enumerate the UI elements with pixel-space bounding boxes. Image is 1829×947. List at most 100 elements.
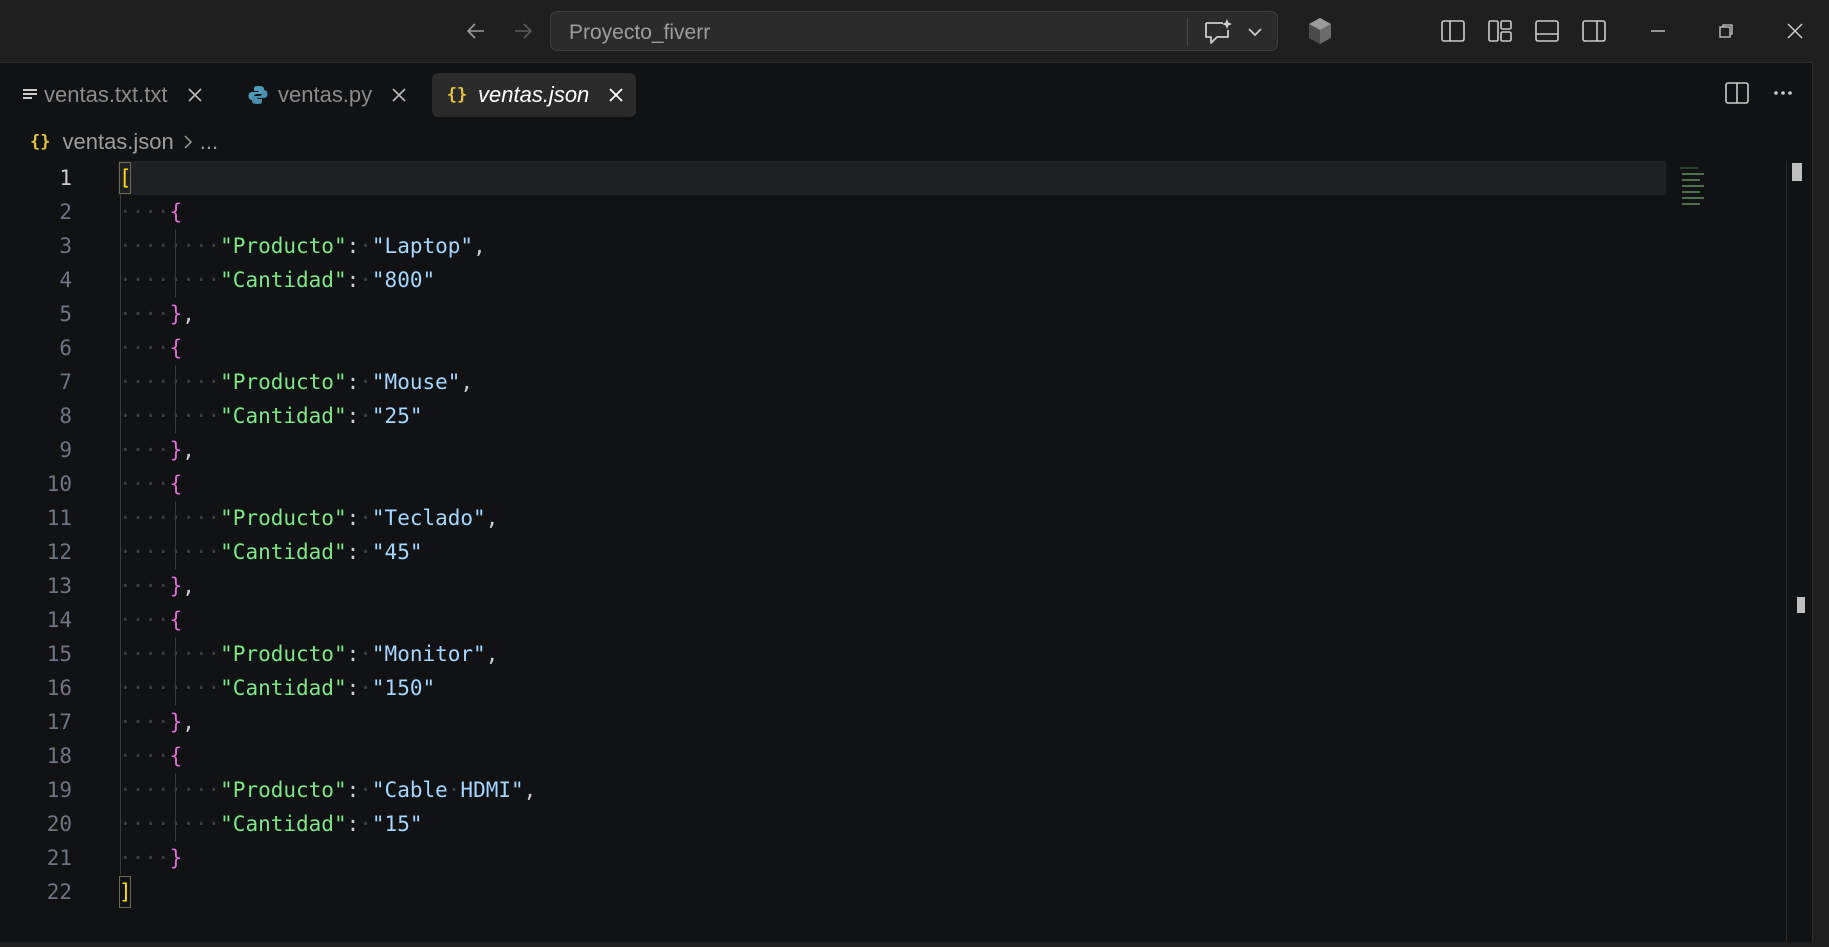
tab-bar: ventas.txt.txt ventas.py {} ventas.json	[0, 63, 1812, 121]
restore-icon[interactable]	[1701, 8, 1751, 54]
bracket-match-highlight	[119, 876, 131, 908]
code-line[interactable]: 21 ····}	[0, 841, 1680, 875]
line-text: ····{	[119, 336, 183, 360]
code-line[interactable]: 14 ····{	[0, 603, 1680, 637]
line-text: ········"Cantidad":·"800"	[119, 268, 436, 292]
line-text: ····},	[119, 302, 195, 326]
indent-guide	[120, 195, 121, 875]
line-text: ········"Cantidad":·"45"	[119, 540, 423, 564]
line-number: 12	[46, 540, 72, 564]
tab-ventas-json[interactable]: {} ventas.json	[432, 73, 636, 117]
json-icon: {}	[446, 85, 468, 105]
title-bar: Proyecto_fiverr	[0, 0, 1829, 62]
code-line[interactable]: 18 ····{	[0, 739, 1680, 773]
tab-label: ventas.txt.txt	[44, 82, 168, 107]
line-number: 16	[46, 676, 72, 700]
minimize-icon[interactable]	[1633, 8, 1683, 54]
line-text: ····{	[119, 200, 183, 224]
scroll-cursor-marker	[1792, 163, 1802, 181]
vertical-scrollbar[interactable]	[1786, 161, 1811, 941]
indent-guide	[175, 773, 176, 841]
minimap[interactable]	[1678, 161, 1728, 221]
code-line[interactable]: 15 ········"Producto":·"Monitor",	[0, 637, 1680, 671]
more-actions-icon[interactable]	[1765, 75, 1801, 111]
separator	[1187, 18, 1188, 46]
line-number: 3	[59, 234, 72, 258]
line-number: 19	[46, 778, 72, 802]
tab-label: ventas.json	[478, 82, 590, 107]
line-text: ····}	[119, 846, 183, 870]
line-number: 20	[46, 812, 72, 836]
code-line[interactable]: 9 ····},	[0, 433, 1680, 467]
split-editor-icon[interactable]	[1719, 75, 1755, 111]
line-number: 10	[46, 472, 72, 496]
tab-ventas-py[interactable]: ventas.py	[246, 73, 412, 117]
code-line[interactable]: 16 ········"Cantidad":·"150"	[0, 671, 1680, 705]
line-number: 6	[59, 336, 72, 360]
line-text: ········"Cantidad":·"15"	[119, 812, 423, 836]
toggle-panel-icon[interactable]	[1529, 13, 1565, 49]
code-line[interactable]: 12 ········"Cantidad":·"45"	[0, 535, 1680, 569]
copilot-icon[interactable]	[1302, 13, 1338, 49]
toggle-primary-sidebar-icon[interactable]	[1435, 13, 1471, 49]
line-number: 8	[59, 404, 72, 428]
code-line[interactable]: 2 ····{	[0, 195, 1680, 229]
line-text: ········"Producto":·"Mouse",	[119, 370, 474, 394]
line-text: ····{	[119, 472, 183, 496]
chevron-right-icon	[182, 134, 194, 150]
code-line[interactable]: 11 ········"Producto":·"Teclado",	[0, 501, 1680, 535]
tab-close-icon[interactable]	[603, 82, 629, 108]
chevron-down-icon[interactable]	[1241, 18, 1269, 46]
code-line[interactable]: 7 ········"Producto":·"Mouse",	[0, 365, 1680, 399]
code-line[interactable]: 6 ····{	[0, 331, 1680, 365]
command-center-search[interactable]: Proyecto_fiverr	[550, 11, 1278, 51]
code-line[interactable]: 1[	[0, 161, 1680, 195]
line-text: ····{	[119, 744, 183, 768]
indent-guide	[175, 637, 176, 705]
json-icon: {}	[30, 132, 51, 152]
bracket-match-highlight	[119, 162, 131, 194]
line-number: 21	[46, 846, 72, 870]
code-line[interactable]: 19 ········"Producto":·"Cable·HDMI",	[0, 773, 1680, 807]
code-editor[interactable]: 1[ 2 ····{ 3 ········"Producto":·"Laptop", 4 ·…	[0, 161, 1680, 941]
forward-arrow-icon[interactable]	[506, 14, 540, 48]
code-line[interactable]: 20 ········"Cantidad":·"15"	[0, 807, 1680, 841]
line-text: ····},	[119, 438, 195, 462]
indent-guide	[175, 501, 176, 569]
customize-layout-icon[interactable]	[1482, 13, 1518, 49]
code-line[interactable]: 13 ····},	[0, 569, 1680, 603]
close-icon[interactable]	[1770, 8, 1820, 54]
code-line[interactable]: 17 ····},	[0, 705, 1680, 739]
line-number: 14	[46, 608, 72, 632]
line-number: 1	[59, 166, 72, 190]
code-line[interactable]: 3 ········"Producto":·"Laptop",	[0, 229, 1680, 263]
line-number: 4	[59, 268, 72, 292]
tab-label: ventas.py	[278, 82, 373, 107]
chat-sparkle-icon[interactable]	[1201, 16, 1235, 48]
tab-ventas-txt[interactable]: ventas.txt.txt	[18, 73, 208, 117]
tab-close-icon[interactable]	[386, 82, 412, 108]
code-line[interactable]: 4 ········"Cantidad":·"800"	[0, 263, 1680, 297]
line-text: ········"Producto":·"Laptop",	[119, 234, 486, 258]
code-line[interactable]: 5 ····},	[0, 297, 1680, 331]
line-text: ····},	[119, 710, 195, 734]
editor-group: ventas.txt.txt ventas.py {} ventas.json	[0, 62, 1813, 942]
breadcrumb-file[interactable]: ventas.json	[62, 129, 173, 155]
tab-close-icon[interactable]	[182, 82, 208, 108]
breadcrumb-more[interactable]: ...	[200, 129, 218, 155]
indent-guide	[175, 229, 176, 297]
line-number: 5	[59, 302, 72, 326]
text-file-icon	[18, 83, 42, 107]
breadcrumb: {} ventas.json ...	[30, 127, 218, 157]
line-number: 11	[46, 506, 72, 530]
scroll-thumb[interactable]	[1797, 597, 1805, 613]
back-arrow-icon[interactable]	[459, 14, 493, 48]
code-line[interactable]: 10 ····{	[0, 467, 1680, 501]
line-number: 7	[59, 370, 72, 394]
code-line[interactable]: 22]	[0, 875, 1680, 909]
line-number: 15	[46, 642, 72, 666]
line-text: ········"Producto":·"Cable·HDMI",	[119, 778, 537, 802]
line-number: 2	[59, 200, 72, 224]
code-line[interactable]: 8 ········"Cantidad":·"25"	[0, 399, 1680, 433]
toggle-secondary-sidebar-icon[interactable]	[1576, 13, 1612, 49]
